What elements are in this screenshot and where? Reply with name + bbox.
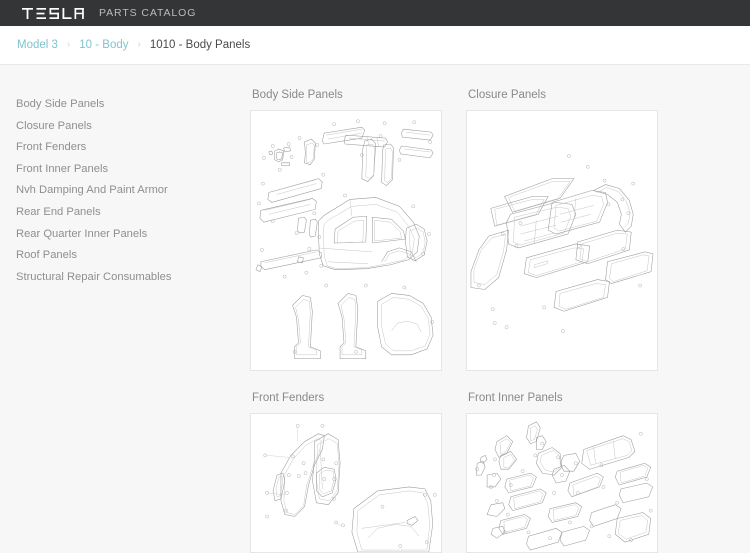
sidebar-item-structural-repair-consumables[interactable]: Structural Repair Consumables <box>16 271 250 284</box>
diagram-card-closure-panels[interactable]: Closure Panels <box>466 89 658 371</box>
card-title: Front Fenders <box>252 392 442 404</box>
breadcrumb-item-current: 1010 - Body Panels <box>150 39 250 51</box>
page-body: Body Side Panels Closure Panels Front Fe… <box>0 65 750 524</box>
sidebar-item-body-side-panels[interactable]: Body Side Panels <box>16 98 250 111</box>
front-fenders-diagram <box>251 414 441 552</box>
diagram-card-grid: Body Side Panels <box>250 65 750 553</box>
sidebar-item-front-fenders[interactable]: Front Fenders <box>16 141 250 154</box>
card-title: Body Side Panels <box>252 89 442 101</box>
sidebar-item-rear-end-panels[interactable]: Rear End Panels <box>16 206 250 219</box>
tesla-logo[interactable] <box>22 8 84 19</box>
front-inner-panels-diagram <box>467 414 657 552</box>
card-image-frame[interactable] <box>250 110 442 371</box>
app-header: PARTS CATALOG <box>0 0 750 26</box>
sidebar-item-closure-panels[interactable]: Closure Panels <box>16 120 250 133</box>
diagram-card-front-inner-panels[interactable]: Front Inner Panels <box>466 392 658 553</box>
sidebar-item-front-inner-panels[interactable]: Front Inner Panels <box>16 163 250 176</box>
card-image-frame[interactable] <box>466 413 658 553</box>
sidebar-item-rear-quarter-inner-panels[interactable]: Rear Quarter Inner Panels <box>16 228 250 241</box>
breadcrumb: Model 3 › 10 - Body › 1010 - Body Panels <box>0 26 750 65</box>
breadcrumb-item-body[interactable]: 10 - Body <box>79 39 128 51</box>
card-image-frame[interactable] <box>466 110 658 371</box>
diagram-card-body-side-panels[interactable]: Body Side Panels <box>250 89 442 371</box>
card-title: Closure Panels <box>468 89 658 101</box>
card-title: Front Inner Panels <box>468 392 658 404</box>
card-image-frame[interactable] <box>250 413 442 553</box>
chevron-right-icon: › <box>67 40 70 50</box>
sidebar: Body Side Panels Closure Panels Front Fe… <box>0 65 250 292</box>
chevron-right-icon: › <box>138 40 141 50</box>
closure-panels-diagram <box>467 111 657 370</box>
app-subtitle: PARTS CATALOG <box>99 7 196 19</box>
sidebar-item-nvh-damping-and-paint-armor[interactable]: Nvh Damping And Paint Armor <box>16 184 250 197</box>
sidebar-item-roof-panels[interactable]: Roof Panels <box>16 249 250 262</box>
diagram-card-front-fenders[interactable]: Front Fenders <box>250 392 442 553</box>
body-side-panels-diagram <box>251 111 441 370</box>
breadcrumb-item-model[interactable]: Model 3 <box>17 39 58 51</box>
